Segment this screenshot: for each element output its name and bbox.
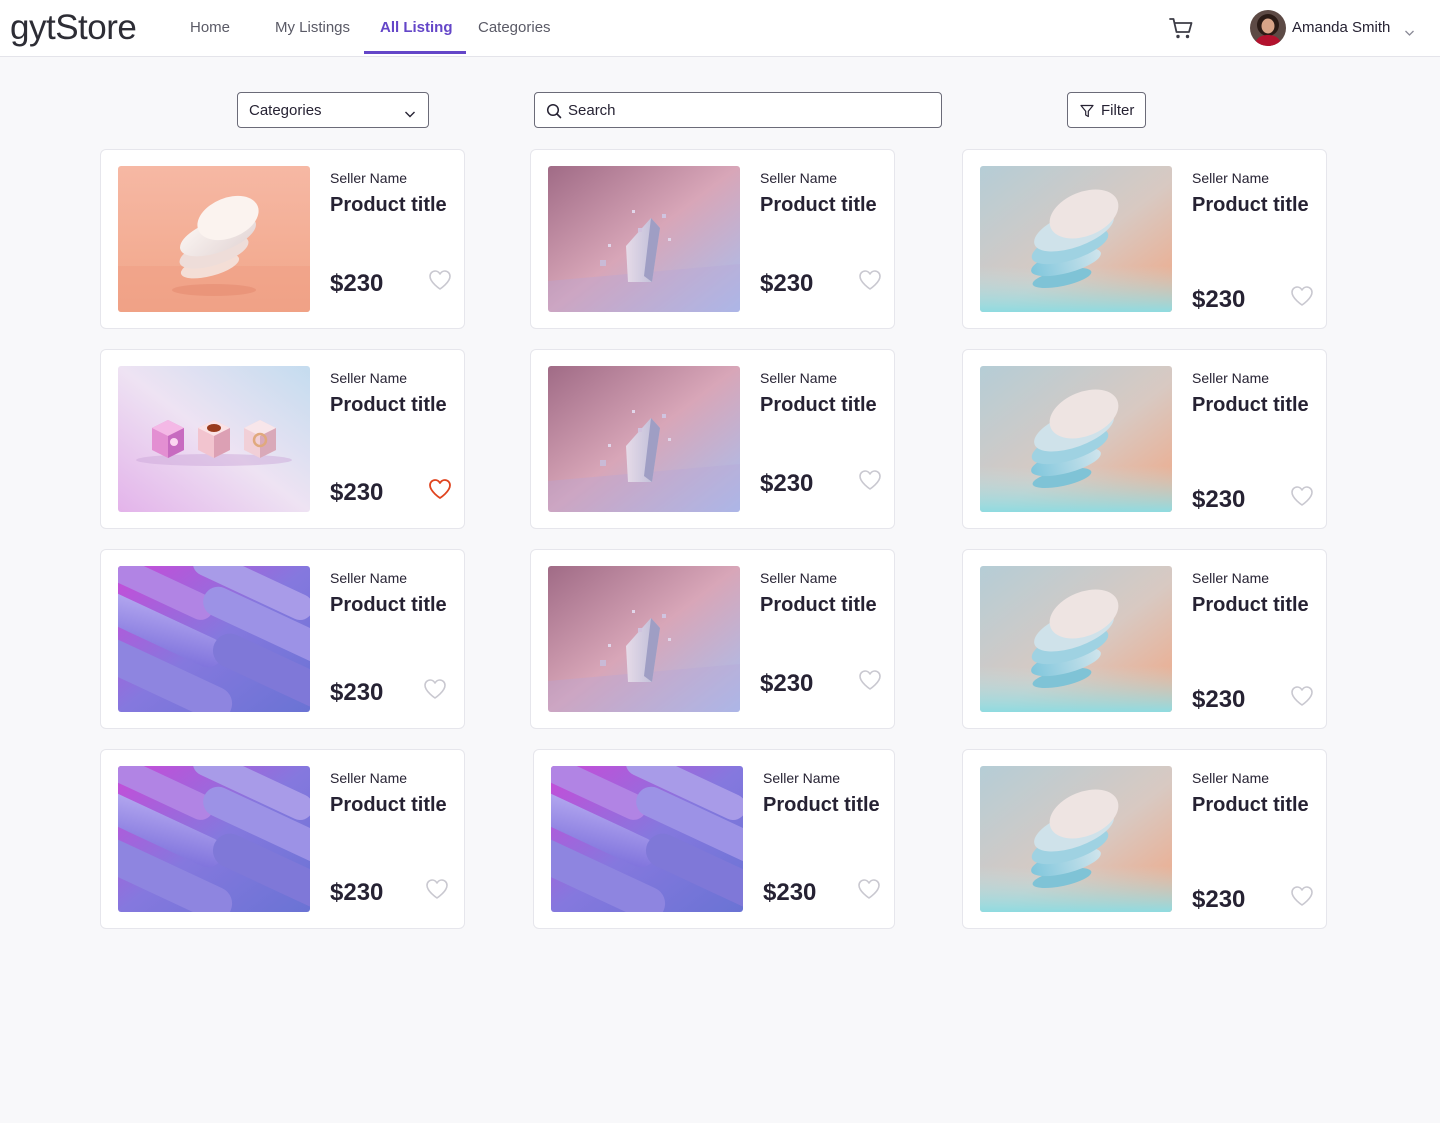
product-title: Product title [760,594,877,616]
seller-name: Seller Name [330,370,408,386]
product-image-pink-crystal-shard [548,366,740,512]
product-card[interactable]: Seller Name Product title $230 [100,349,465,529]
product-image-teal-disc-stack [980,166,1172,312]
heart-icon[interactable] [857,878,881,900]
heart-icon[interactable] [1290,285,1314,307]
active-tab-indicator [364,51,466,54]
product-price: $230 [763,879,817,906]
product-title: Product title [330,794,447,816]
filter-button[interactable]: Filter [1067,92,1146,128]
nav-link-all-listing[interactable]: All Listing [380,19,453,37]
heart-icon[interactable] [1290,885,1314,907]
seller-name: Seller Name [760,370,838,386]
product-image-peach-disc-stack [118,166,310,312]
categories-select-value: Categories [249,102,322,119]
seller-name: Seller Name [1192,770,1270,786]
heart-icon-favorited[interactable] [428,478,452,500]
heart-icon[interactable] [1290,485,1314,507]
product-image-pink-cubes [118,366,310,512]
shopping-cart-icon[interactable] [1168,15,1194,41]
product-title: Product title [330,594,447,616]
seller-name: Seller Name [760,170,838,186]
user-avatar[interactable] [1250,10,1286,46]
nav-link-home[interactable]: Home [190,19,230,37]
funnel-icon [1080,104,1094,118]
search-icon [546,103,562,119]
nav-link-categories[interactable]: Categories [478,19,551,37]
product-title: Product title [1192,594,1309,616]
chevron-down-icon [404,106,416,118]
product-title: Product title [330,394,447,416]
seller-name: Seller Name [763,770,841,786]
product-title: Product title [1192,194,1309,216]
product-title: Product title [760,394,877,416]
product-card[interactable]: Seller Name Product title $230 [530,349,895,529]
seller-name: Seller Name [330,570,408,586]
product-card[interactable]: Seller Name Product title $230 [100,149,465,329]
app-logo[interactable]: gytStore [10,8,137,48]
seller-name: Seller Name [1192,170,1270,186]
product-price: $230 [760,670,814,697]
product-title: Product title [1192,394,1309,416]
product-title: Product title [330,194,447,216]
product-card[interactable]: Seller Name Product title $230 [533,749,895,929]
heart-icon[interactable] [858,669,882,691]
heart-icon[interactable] [423,678,447,700]
product-price: $230 [330,270,384,297]
product-image-teal-disc-stack [980,766,1172,912]
product-card[interactable]: Seller Name Product title $230 [962,749,1327,929]
filter-button-label: Filter [1101,102,1135,119]
seller-name: Seller Name [330,170,408,186]
product-image-purple-pill-shapes [551,766,743,912]
product-title: Product title [1192,794,1309,816]
product-image-purple-pill-shapes [118,566,310,712]
search-input[interactable] [568,98,928,122]
product-price: $230 [1192,886,1246,913]
seller-name: Seller Name [1192,570,1270,586]
product-price: $230 [760,270,814,297]
product-price: $230 [1192,486,1246,513]
nav-link-my-listings[interactable]: My Listings [275,19,350,37]
product-image-pink-crystal-shard [548,566,740,712]
product-card[interactable]: Seller Name Product title $230 [530,149,895,329]
product-image-teal-disc-stack [980,366,1172,512]
heart-icon[interactable] [428,269,452,291]
product-card[interactable]: Seller Name Product title $230 [100,549,465,729]
product-image-pink-crystal-shard [548,166,740,312]
heart-icon[interactable] [425,878,449,900]
product-price: $230 [1192,686,1246,713]
product-card[interactable]: Seller Name Product title $230 [962,349,1327,529]
product-title: Product title [760,194,877,216]
heart-icon[interactable] [1290,685,1314,707]
categories-select[interactable]: Categories [237,92,429,128]
product-image-teal-disc-stack [980,566,1172,712]
product-title: Product title [763,794,880,816]
heart-icon[interactable] [858,469,882,491]
product-price: $230 [330,679,384,706]
product-card[interactable]: Seller Name Product title $230 [962,549,1327,729]
product-card[interactable]: Seller Name Product title $230 [100,749,465,929]
product-card[interactable]: Seller Name Product title $230 [962,149,1327,329]
caret-down-icon[interactable] [1404,24,1415,36]
top-nav-bar: gytStore Home My Listings All Listing Ca… [0,0,1440,57]
product-price: $230 [1192,286,1246,313]
product-price: $230 [760,470,814,497]
search-field[interactable] [534,92,942,128]
product-price: $230 [330,879,384,906]
seller-name: Seller Name [330,770,408,786]
product-price: $230 [330,479,384,506]
seller-name: Seller Name [760,570,838,586]
product-image-purple-pill-shapes [118,766,310,912]
seller-name: Seller Name [1192,370,1270,386]
product-card[interactable]: Seller Name Product title $230 [530,549,895,729]
heart-icon[interactable] [858,269,882,291]
user-name[interactable]: Amanda Smith [1292,19,1390,37]
